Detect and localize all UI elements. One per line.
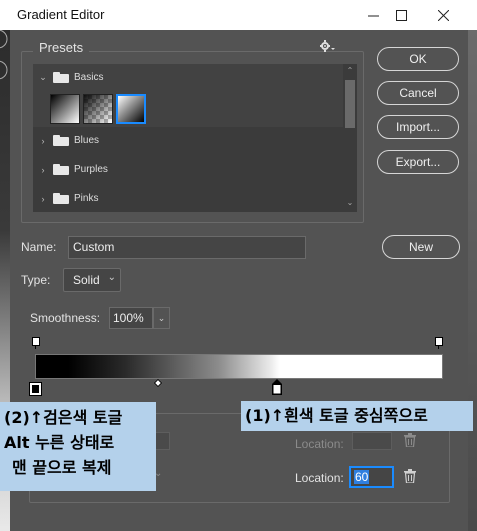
folder-pinks[interactable]: › Pinks	[33, 185, 343, 212]
annotation-line: Alt 누른 상태로	[4, 433, 115, 452]
gradient-swatch-selected[interactable]	[116, 94, 146, 124]
type-value: Solid	[73, 273, 100, 287]
smoothness-input[interactable]: 100%	[109, 307, 153, 329]
midpoint-diamond[interactable]	[153, 378, 163, 388]
opacity-stop-right[interactable]	[435, 337, 443, 349]
folder-label: Pinks	[74, 193, 99, 204]
gradient-swatch[interactable]	[83, 94, 113, 124]
annotation-line: (2)↑검은색 토글	[4, 408, 123, 427]
folder-icon	[53, 193, 69, 204]
chevron-right-icon[interactable]: ›	[35, 136, 51, 146]
folder-icon	[53, 164, 69, 175]
gear-icon[interactable]	[320, 40, 336, 55]
chevron-right-icon[interactable]: ›	[35, 165, 51, 175]
annotation-line: 맨 끝으로 복제	[12, 458, 112, 477]
preset-scrollbar[interactable]: ⌃ ⌄	[343, 64, 357, 212]
cancel-button[interactable]: Cancel	[377, 81, 459, 105]
gradient-preview-bar[interactable]	[35, 354, 443, 379]
export-button[interactable]: Export...	[377, 150, 459, 174]
swatch-row	[33, 91, 343, 127]
window-title: Gradient Editor	[17, 7, 105, 22]
type-select[interactable]: Solid ⌄	[63, 268, 121, 292]
name-label: Name:	[21, 240, 57, 254]
opacity-dropdown	[154, 432, 170, 450]
close-icon[interactable]	[423, 0, 463, 30]
color-location-label: Location:	[295, 471, 344, 485]
type-label: Type:	[21, 273, 51, 287]
new-button[interactable]: New	[382, 235, 460, 259]
preset-list[interactable]: ⌄ Basics › Blues › Purples › Pinks	[33, 64, 343, 212]
opacity-location-label: Location:	[295, 437, 344, 451]
color-location-value: 60	[354, 470, 370, 484]
scroll-up-icon[interactable]: ⌃	[343, 66, 357, 78]
color-location-input[interactable]: 60	[349, 466, 394, 488]
import-button[interactable]: Import...	[377, 115, 459, 139]
presets-label: Presets	[33, 40, 90, 55]
folder-basics[interactable]: ⌄ Basics	[33, 64, 343, 91]
background-image-right	[468, 30, 477, 531]
folder-purples[interactable]: › Purples	[33, 156, 343, 183]
name-input[interactable]: Custom	[68, 236, 306, 259]
folder-label: Basics	[74, 72, 104, 83]
annotation-left: (2)↑검은색 토글 Alt 누른 상태로 맨 끝으로 복제	[0, 402, 156, 491]
folder-icon	[53, 135, 69, 146]
opacity-location-input	[352, 432, 392, 450]
trash-icon	[404, 433, 416, 452]
gradient-swatch[interactable]	[50, 94, 80, 124]
maximize-icon[interactable]	[381, 0, 421, 30]
folder-label: Blues	[74, 135, 100, 146]
opacity-stop-left[interactable]	[32, 337, 40, 349]
ok-button[interactable]: OK	[377, 47, 459, 71]
chevron-right-icon[interactable]: ›	[35, 194, 51, 204]
trash-icon[interactable]	[404, 469, 416, 488]
folder-blues[interactable]: › Blues	[33, 127, 343, 154]
chevron-down-icon: ⌄	[107, 272, 116, 283]
annotation-right: (1)↑흰색 토글 중심쪽으로	[241, 401, 473, 431]
title-bar: Gradient Editor	[0, 0, 477, 30]
smoothness-label: Smoothness:	[30, 311, 101, 325]
color-stop-white[interactable]	[272, 379, 282, 395]
folder-label: Purples	[74, 164, 108, 175]
folder-icon	[53, 72, 69, 83]
chevron-down-icon[interactable]: ⌄	[35, 72, 51, 83]
scroll-thumb[interactable]	[345, 80, 355, 128]
scroll-down-icon[interactable]: ⌄	[343, 198, 357, 210]
smoothness-dropdown-icon[interactable]: ⌄	[153, 307, 170, 329]
color-stop-black[interactable]	[29, 382, 42, 396]
